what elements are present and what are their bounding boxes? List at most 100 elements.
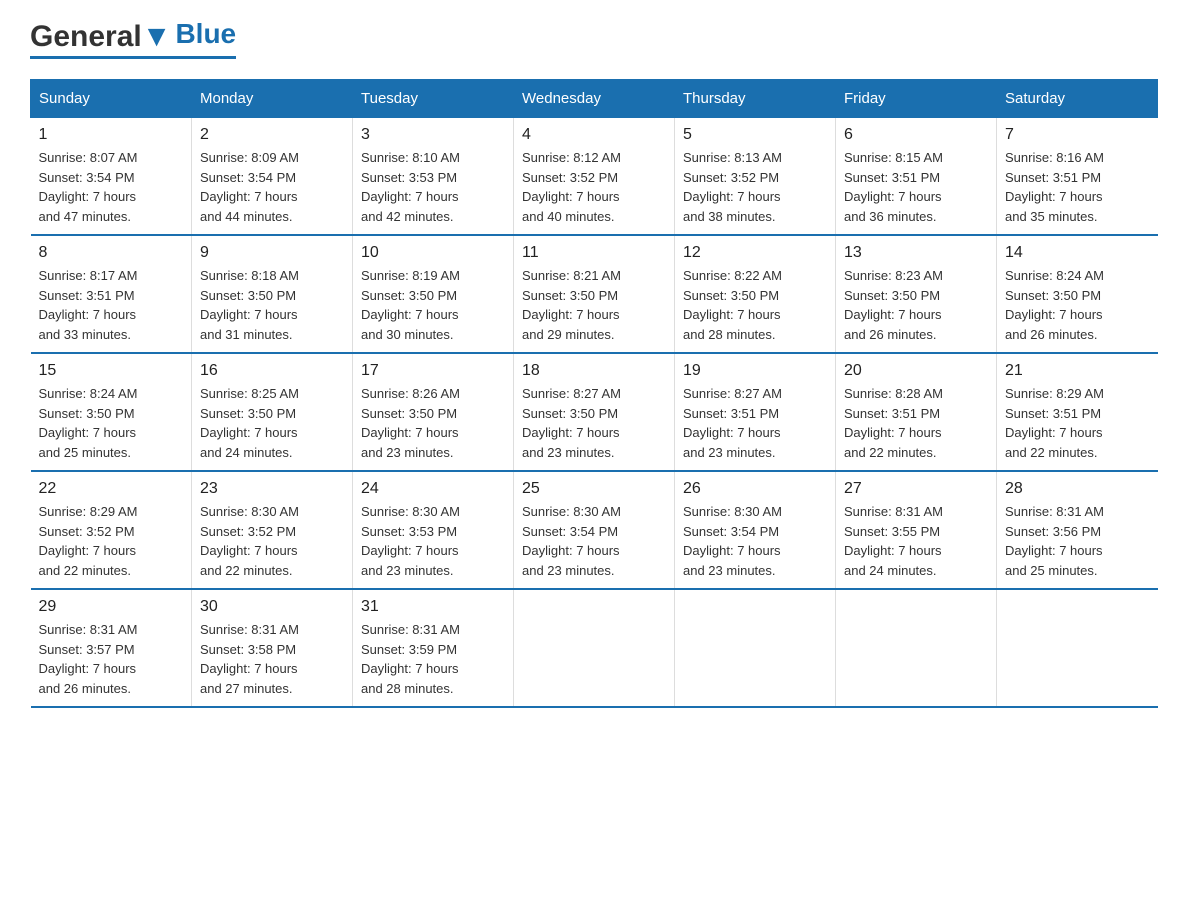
calendar-header-row: SundayMondayTuesdayWednesdayThursdayFrid… [31, 80, 1158, 118]
calendar-week-row: 1 Sunrise: 8:07 AMSunset: 3:54 PMDayligh… [31, 118, 1158, 236]
day-number: 28 [1005, 480, 1150, 498]
calendar-day-cell: 25 Sunrise: 8:30 AMSunset: 3:54 PMDaylig… [514, 471, 675, 589]
day-of-week-header: Tuesday [353, 80, 514, 118]
calendar-week-row: 15 Sunrise: 8:24 AMSunset: 3:50 PMDaylig… [31, 353, 1158, 471]
calendar-week-row: 29 Sunrise: 8:31 AMSunset: 3:57 PMDaylig… [31, 589, 1158, 707]
day-info: Sunrise: 8:22 AMSunset: 3:50 PMDaylight:… [683, 266, 827, 344]
day-number: 12 [683, 244, 827, 262]
calendar-day-cell: 28 Sunrise: 8:31 AMSunset: 3:56 PMDaylig… [997, 471, 1158, 589]
day-info: Sunrise: 8:24 AMSunset: 3:50 PMDaylight:… [39, 384, 184, 462]
day-number: 23 [200, 480, 344, 498]
calendar-day-cell: 18 Sunrise: 8:27 AMSunset: 3:50 PMDaylig… [514, 353, 675, 471]
calendar-day-cell: 16 Sunrise: 8:25 AMSunset: 3:50 PMDaylig… [192, 353, 353, 471]
day-number: 14 [1005, 244, 1150, 262]
day-info: Sunrise: 8:10 AMSunset: 3:53 PMDaylight:… [361, 148, 505, 226]
calendar-day-cell: 23 Sunrise: 8:30 AMSunset: 3:52 PMDaylig… [192, 471, 353, 589]
calendar-day-cell: 13 Sunrise: 8:23 AMSunset: 3:50 PMDaylig… [836, 235, 997, 353]
calendar-day-cell: 1 Sunrise: 8:07 AMSunset: 3:54 PMDayligh… [31, 118, 192, 236]
day-of-week-header: Friday [836, 80, 997, 118]
calendar-week-row: 22 Sunrise: 8:29 AMSunset: 3:52 PMDaylig… [31, 471, 1158, 589]
day-info: Sunrise: 8:27 AMSunset: 3:51 PMDaylight:… [683, 384, 827, 462]
day-info: Sunrise: 8:12 AMSunset: 3:52 PMDaylight:… [522, 148, 666, 226]
day-info: Sunrise: 8:31 AMSunset: 3:59 PMDaylight:… [361, 620, 505, 698]
day-info: Sunrise: 8:29 AMSunset: 3:52 PMDaylight:… [39, 502, 184, 580]
day-number: 30 [200, 598, 344, 616]
day-info: Sunrise: 8:31 AMSunset: 3:56 PMDaylight:… [1005, 502, 1150, 580]
calendar-day-cell: 17 Sunrise: 8:26 AMSunset: 3:50 PMDaylig… [353, 353, 514, 471]
day-info: Sunrise: 8:28 AMSunset: 3:51 PMDaylight:… [844, 384, 988, 462]
day-info: Sunrise: 8:07 AMSunset: 3:54 PMDaylight:… [39, 148, 184, 226]
calendar-day-cell: 11 Sunrise: 8:21 AMSunset: 3:50 PMDaylig… [514, 235, 675, 353]
day-number: 22 [39, 480, 184, 498]
day-number: 18 [522, 362, 666, 380]
day-number: 31 [361, 598, 505, 616]
day-info: Sunrise: 8:30 AMSunset: 3:54 PMDaylight:… [683, 502, 827, 580]
calendar-day-cell: 22 Sunrise: 8:29 AMSunset: 3:52 PMDaylig… [31, 471, 192, 589]
calendar-week-row: 8 Sunrise: 8:17 AMSunset: 3:51 PMDayligh… [31, 235, 1158, 353]
day-info: Sunrise: 8:09 AMSunset: 3:54 PMDaylight:… [200, 148, 344, 226]
calendar-day-cell: 6 Sunrise: 8:15 AMSunset: 3:51 PMDayligh… [836, 118, 997, 236]
day-number: 16 [200, 362, 344, 380]
page-header: General▼Blue [30, 20, 1158, 59]
calendar-day-cell: 27 Sunrise: 8:31 AMSunset: 3:55 PMDaylig… [836, 471, 997, 589]
calendar-day-cell [997, 589, 1158, 707]
day-number: 11 [522, 244, 666, 262]
day-info: Sunrise: 8:25 AMSunset: 3:50 PMDaylight:… [200, 384, 344, 462]
calendar-day-cell: 19 Sunrise: 8:27 AMSunset: 3:51 PMDaylig… [675, 353, 836, 471]
day-number: 20 [844, 362, 988, 380]
calendar-day-cell: 10 Sunrise: 8:19 AMSunset: 3:50 PMDaylig… [353, 235, 514, 353]
calendar-day-cell: 12 Sunrise: 8:22 AMSunset: 3:50 PMDaylig… [675, 235, 836, 353]
day-of-week-header: Saturday [997, 80, 1158, 118]
day-number: 10 [361, 244, 505, 262]
logo-underline [30, 56, 236, 59]
day-number: 6 [844, 126, 988, 144]
calendar-day-cell: 24 Sunrise: 8:30 AMSunset: 3:53 PMDaylig… [353, 471, 514, 589]
day-number: 26 [683, 480, 827, 498]
day-info: Sunrise: 8:13 AMSunset: 3:52 PMDaylight:… [683, 148, 827, 226]
day-info: Sunrise: 8:29 AMSunset: 3:51 PMDaylight:… [1005, 384, 1150, 462]
day-number: 21 [1005, 362, 1150, 380]
day-number: 13 [844, 244, 988, 262]
calendar-table: SundayMondayTuesdayWednesdayThursdayFrid… [30, 79, 1158, 708]
calendar-day-cell: 15 Sunrise: 8:24 AMSunset: 3:50 PMDaylig… [31, 353, 192, 471]
day-of-week-header: Wednesday [514, 80, 675, 118]
calendar-day-cell: 4 Sunrise: 8:12 AMSunset: 3:52 PMDayligh… [514, 118, 675, 236]
logo-text: General▼ [30, 20, 171, 54]
calendar-day-cell: 29 Sunrise: 8:31 AMSunset: 3:57 PMDaylig… [31, 589, 192, 707]
day-info: Sunrise: 8:24 AMSunset: 3:50 PMDaylight:… [1005, 266, 1150, 344]
calendar-day-cell [514, 589, 675, 707]
calendar-day-cell [836, 589, 997, 707]
day-number: 5 [683, 126, 827, 144]
calendar-day-cell: 14 Sunrise: 8:24 AMSunset: 3:50 PMDaylig… [997, 235, 1158, 353]
calendar-day-cell: 21 Sunrise: 8:29 AMSunset: 3:51 PMDaylig… [997, 353, 1158, 471]
day-info: Sunrise: 8:23 AMSunset: 3:50 PMDaylight:… [844, 266, 988, 344]
day-info: Sunrise: 8:30 AMSunset: 3:53 PMDaylight:… [361, 502, 505, 580]
day-of-week-header: Sunday [31, 80, 192, 118]
day-number: 29 [39, 598, 184, 616]
day-number: 8 [39, 244, 184, 262]
day-number: 17 [361, 362, 505, 380]
day-info: Sunrise: 8:19 AMSunset: 3:50 PMDaylight:… [361, 266, 505, 344]
day-info: Sunrise: 8:26 AMSunset: 3:50 PMDaylight:… [361, 384, 505, 462]
calendar-day-cell: 5 Sunrise: 8:13 AMSunset: 3:52 PMDayligh… [675, 118, 836, 236]
day-number: 24 [361, 480, 505, 498]
day-info: Sunrise: 8:18 AMSunset: 3:50 PMDaylight:… [200, 266, 344, 344]
calendar-day-cell: 2 Sunrise: 8:09 AMSunset: 3:54 PMDayligh… [192, 118, 353, 236]
day-number: 9 [200, 244, 344, 262]
day-number: 7 [1005, 126, 1150, 144]
calendar-day-cell: 20 Sunrise: 8:28 AMSunset: 3:51 PMDaylig… [836, 353, 997, 471]
day-info: Sunrise: 8:30 AMSunset: 3:52 PMDaylight:… [200, 502, 344, 580]
day-number: 19 [683, 362, 827, 380]
day-info: Sunrise: 8:31 AMSunset: 3:57 PMDaylight:… [39, 620, 184, 698]
day-number: 27 [844, 480, 988, 498]
calendar-day-cell: 8 Sunrise: 8:17 AMSunset: 3:51 PMDayligh… [31, 235, 192, 353]
calendar-day-cell: 26 Sunrise: 8:30 AMSunset: 3:54 PMDaylig… [675, 471, 836, 589]
day-info: Sunrise: 8:30 AMSunset: 3:54 PMDaylight:… [522, 502, 666, 580]
calendar-day-cell: 30 Sunrise: 8:31 AMSunset: 3:58 PMDaylig… [192, 589, 353, 707]
calendar-day-cell: 3 Sunrise: 8:10 AMSunset: 3:53 PMDayligh… [353, 118, 514, 236]
day-of-week-header: Thursday [675, 80, 836, 118]
day-info: Sunrise: 8:27 AMSunset: 3:50 PMDaylight:… [522, 384, 666, 462]
day-info: Sunrise: 8:31 AMSunset: 3:55 PMDaylight:… [844, 502, 988, 580]
calendar-day-cell: 31 Sunrise: 8:31 AMSunset: 3:59 PMDaylig… [353, 589, 514, 707]
day-info: Sunrise: 8:17 AMSunset: 3:51 PMDaylight:… [39, 266, 184, 344]
